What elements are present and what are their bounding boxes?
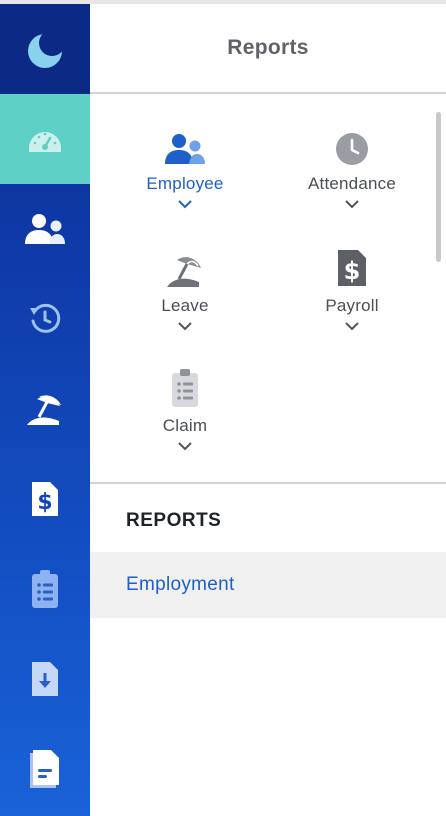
header-divider [90,92,446,94]
chevron-down-icon [345,199,359,208]
people-icon [25,214,65,244]
category-payroll[interactable]: $ Payroll [282,244,422,334]
category-label: Leave [161,296,209,315]
page-title: Reports [227,36,309,59]
sidebar-item-payroll[interactable]: $ [0,454,90,544]
download-document-icon [32,662,58,696]
beach-leave-icon [27,395,61,425]
category-label: Claim [162,416,208,435]
svg-text:$: $ [37,490,52,515]
reports-panel: Reports Employee Attendance Leave $ Payr… [90,4,446,816]
svg-text:$: $ [344,257,361,285]
scrollbar-thumb[interactable] [436,112,441,262]
sidebar-item-claims[interactable] [0,544,90,634]
document-lines-icon [30,750,59,788]
sidebar-item-leave[interactable] [0,364,90,454]
people-icon [165,134,205,164]
chevron-down-icon [345,321,359,330]
beach-umbrella-icon [167,257,201,287]
reports-section-heading: REPORTS [126,510,222,531]
moon-logo-icon [28,30,65,68]
dashboard-gauge-icon [29,132,61,152]
chevron-down-icon [178,199,192,208]
category-label: Employee [146,174,224,193]
sidebar-item-dashboard[interactable] [0,94,90,184]
payroll-dollar-icon: $ [32,482,58,516]
chevron-down-icon [178,321,192,330]
clipboard-icon [32,570,58,608]
category-label: Payroll [325,296,379,315]
panel-header: Reports [90,4,446,92]
dollar-document-icon: $ [338,250,366,286]
sidebar-item-documents[interactable] [0,724,90,814]
category-employee[interactable]: Employee [115,122,255,212]
category-attendance[interactable]: Attendance [282,122,422,212]
chevron-down-icon [178,441,192,450]
category-leave[interactable]: Leave [115,244,255,334]
history-clock-icon [30,303,61,333]
category-claim[interactable]: Claim [115,364,255,454]
sidebar-item-history[interactable] [0,274,90,364]
sidebar-item-employees[interactable] [0,184,90,274]
report-item-label[interactable]: Employment [126,574,235,596]
section-divider [90,482,446,484]
sidebar-item-downloads[interactable] [0,634,90,724]
clock-icon [336,133,368,165]
sidebar: $ [0,4,90,816]
app-logo[interactable] [0,4,90,94]
category-label: Attendance [307,174,396,193]
report-item-employment[interactable]: Employment [90,552,446,618]
clipboard-icon [172,369,198,407]
